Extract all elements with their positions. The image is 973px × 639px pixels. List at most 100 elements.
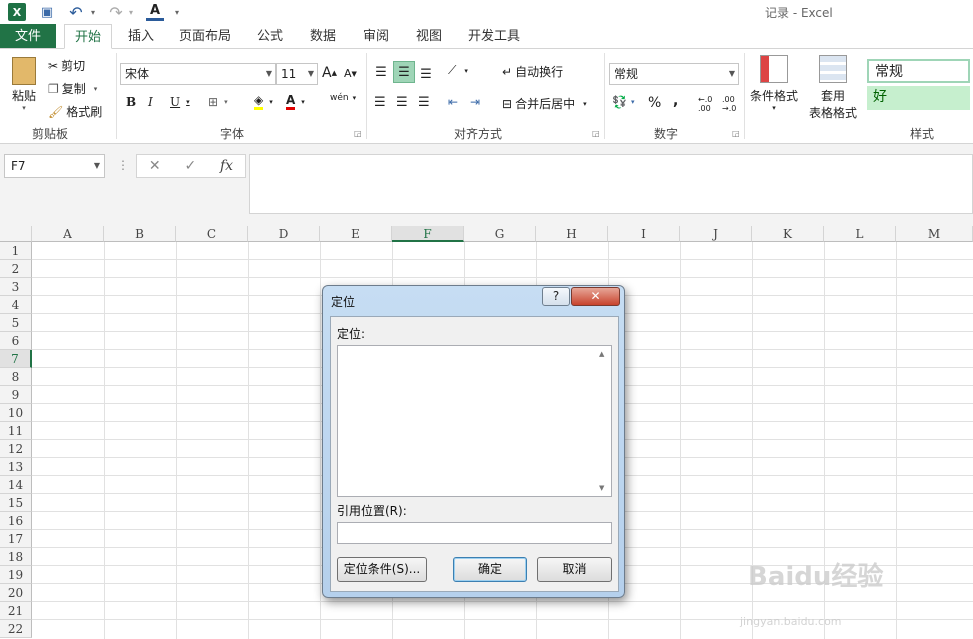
row-header[interactable]: 17 (0, 530, 32, 548)
style-normal[interactable]: 常规 (867, 59, 970, 83)
row-header[interactable]: 3 (0, 278, 32, 296)
name-box[interactable]: F7 ▼ (4, 154, 105, 178)
row-header[interactable]: 15 (0, 494, 32, 512)
redo-dropdown-icon[interactable]: ▾ (126, 3, 136, 21)
align-right-button[interactable]: ☰ (418, 95, 430, 110)
undo-icon[interactable]: ↶ (66, 3, 86, 22)
paste-button[interactable]: 粘贴 ▾ (8, 57, 40, 117)
accounting-format-button[interactable]: 💱 ▾ (612, 95, 634, 109)
close-button[interactable]: ✕ (571, 287, 620, 306)
row-header[interactable]: 5 (0, 314, 32, 332)
column-header[interactable]: B (104, 226, 176, 242)
row-header[interactable]: 18 (0, 548, 32, 566)
column-header[interactable]: I (608, 226, 680, 242)
decrease-font-button[interactable]: A ▼ (344, 67, 357, 80)
top-align-button[interactable]: ☰ (372, 61, 390, 83)
insert-function-icon[interactable]: fx (220, 158, 233, 174)
wrap-text-button[interactable]: ↵ 自动换行 (502, 63, 563, 80)
fill-color-button[interactable]: ◈ ▾ (254, 93, 273, 110)
row-header[interactable]: 10 (0, 404, 32, 422)
tab-data[interactable]: 数据 (302, 24, 344, 49)
column-header[interactable]: C (176, 226, 248, 242)
decrease-decimal-button[interactable]: .00 →.0 (722, 95, 742, 113)
column-header-selected[interactable]: F (392, 226, 464, 242)
row-header[interactable]: 13 (0, 458, 32, 476)
borders-button[interactable]: ⊞ ▾ (208, 95, 228, 109)
row-header[interactable]: 4 (0, 296, 32, 314)
help-button[interactable]: ? (542, 287, 570, 306)
ok-button[interactable]: 确定 (453, 557, 527, 582)
scroll-down-icon[interactable]: ▼ (599, 484, 604, 492)
merge-center-button[interactable]: ⊟ 合并后居中 ▾ (502, 95, 587, 112)
save-icon[interactable]: ▣ (38, 3, 56, 21)
row-header[interactable]: 14 (0, 476, 32, 494)
cancel-icon[interactable]: ✕ (149, 158, 161, 174)
increase-indent-button[interactable]: ⇥ (470, 95, 480, 109)
list-scrollbar[interactable]: ▲ ▼ (595, 346, 611, 496)
column-header[interactable]: J (680, 226, 752, 242)
row-header[interactable]: 19 (0, 566, 32, 584)
font-color-icon[interactable]: A (146, 3, 164, 21)
row-header-selected[interactable]: 7 (0, 350, 32, 368)
number-dialog-launcher-icon[interactable]: ◲ (732, 129, 740, 138)
row-header[interactable]: 11 (0, 422, 32, 440)
row-header[interactable]: 9 (0, 386, 32, 404)
format-painter-button[interactable]: 🖌 格式刷 (48, 103, 102, 120)
tab-developer[interactable]: 开发工具 (460, 24, 528, 49)
style-good[interactable]: 好 (867, 86, 970, 110)
italic-button[interactable]: I (148, 95, 153, 109)
font-name-select[interactable]: 宋体 ▼ (120, 63, 276, 85)
column-header[interactable]: K (752, 226, 824, 242)
undo-dropdown-icon[interactable]: ▾ (88, 3, 98, 21)
tab-view[interactable]: 视图 (408, 24, 450, 49)
percent-button[interactable]: % (648, 95, 661, 111)
middle-align-button[interactable]: ☰ (393, 61, 415, 83)
column-header[interactable]: H (536, 226, 608, 242)
tab-file[interactable]: 文件 (0, 24, 56, 49)
customize-toolbar-icon[interactable]: ▾ (172, 3, 182, 21)
alignment-dialog-launcher-icon[interactable]: ◲ (592, 129, 600, 138)
tab-insert[interactable]: 插入 (120, 24, 162, 49)
formula-input[interactable] (249, 154, 973, 214)
row-header[interactable]: 16 (0, 512, 32, 530)
tab-page-layout[interactable]: 页面布局 (172, 24, 238, 49)
row-header[interactable]: 2 (0, 260, 32, 278)
number-format-select[interactable]: 常规 ▼ (609, 63, 739, 85)
special-button[interactable]: 定位条件(S)... (337, 557, 427, 582)
column-header[interactable]: A (32, 226, 104, 242)
tab-review[interactable]: 审阅 (354, 24, 398, 49)
increase-decimal-button[interactable]: ←.0 .00 (698, 95, 718, 113)
copy-button[interactable]: ❐ 复制 ▾ (48, 80, 97, 97)
decrease-indent-button[interactable]: ⇤ (448, 95, 458, 109)
row-header[interactable]: 22 (0, 620, 32, 638)
redo-icon[interactable]: ↷ (106, 3, 126, 22)
align-left-button[interactable]: ☰ (374, 95, 386, 110)
increase-font-button[interactable]: A ▲ (322, 65, 337, 81)
column-header[interactable]: G (464, 226, 536, 242)
align-center-button[interactable]: ☰ (396, 95, 408, 110)
font-color-button[interactable]: A ▾ (286, 93, 305, 110)
row-header[interactable]: 21 (0, 602, 32, 620)
select-all-corner[interactable] (0, 226, 32, 242)
cancel-button[interactable]: 取消 (537, 557, 612, 582)
comma-button[interactable]: , (673, 93, 678, 109)
conditional-formatting-button[interactable]: 条件格式 ▾ (748, 55, 800, 112)
row-header[interactable]: 12 (0, 440, 32, 458)
column-header[interactable]: M (896, 226, 973, 242)
format-as-table-button[interactable]: 套用 表格格式 (802, 55, 864, 121)
underline-button[interactable]: U ▾ (170, 95, 190, 109)
font-size-select[interactable]: 11 ▼ (276, 63, 318, 85)
row-header[interactable]: 6 (0, 332, 32, 350)
enter-icon[interactable]: ✓ (184, 158, 196, 174)
goto-list[interactable]: ▲ ▼ (337, 345, 612, 497)
phonetic-button[interactable]: wén ▾ (330, 93, 356, 103)
column-header[interactable]: E (320, 226, 392, 242)
bottom-align-button[interactable]: ☰ (417, 63, 435, 85)
bold-button[interactable]: B (126, 95, 136, 109)
font-dialog-launcher-icon[interactable]: ◲ (354, 129, 362, 138)
scroll-up-icon[interactable]: ▲ (599, 350, 604, 358)
row-header[interactable]: 1 (0, 242, 32, 260)
cut-button[interactable]: ✂ 剪切 (48, 57, 85, 74)
orientation-button[interactable]: ⟋ ▾ (448, 63, 468, 78)
tab-home[interactable]: 开始 (64, 24, 112, 49)
